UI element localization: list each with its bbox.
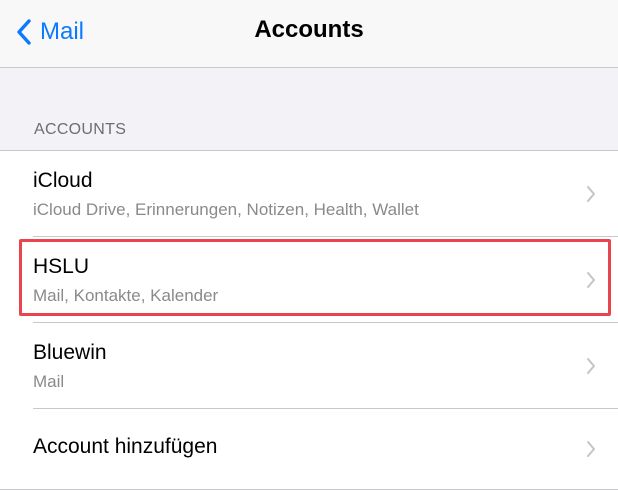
account-title: HSLU [33,255,90,278]
accounts-list: iCloud iCloud Drive, Erinnerungen, Notiz… [0,150,618,490]
account-row-icloud[interactable]: iCloud iCloud Drive, Erinnerungen, Notiz… [0,151,618,237]
section-header-accounts: ACCOUNTS [34,121,127,138]
add-account-label: Account hinzufügen [33,435,218,458]
navigation-bar: Mail Accounts [0,0,618,68]
account-row-bluewin[interactable]: Bluewin Mail [0,323,618,409]
account-title: Bluewin [33,341,107,364]
account-subtitle: iCloud Drive, Erinnerungen, Notizen, Hea… [33,200,419,219]
account-subtitle: Mail [33,372,65,391]
chevron-right-icon [586,440,596,463]
settings-screen: Mail Accounts ACCOUNTS iCloud iCloud Dri… [0,0,618,490]
account-row-hslu[interactable]: HSLU Mail, Kontakte, Kalender [0,237,618,323]
chevron-right-icon [586,271,596,294]
add-account-row[interactable]: Account hinzufügen [0,409,618,489]
account-title: iCloud [33,169,93,192]
chevron-right-icon [586,357,596,380]
chevron-right-icon [586,185,596,208]
page-title: Accounts [254,16,364,43]
account-subtitle: Mail, Kontakte, Kalender [33,286,219,305]
